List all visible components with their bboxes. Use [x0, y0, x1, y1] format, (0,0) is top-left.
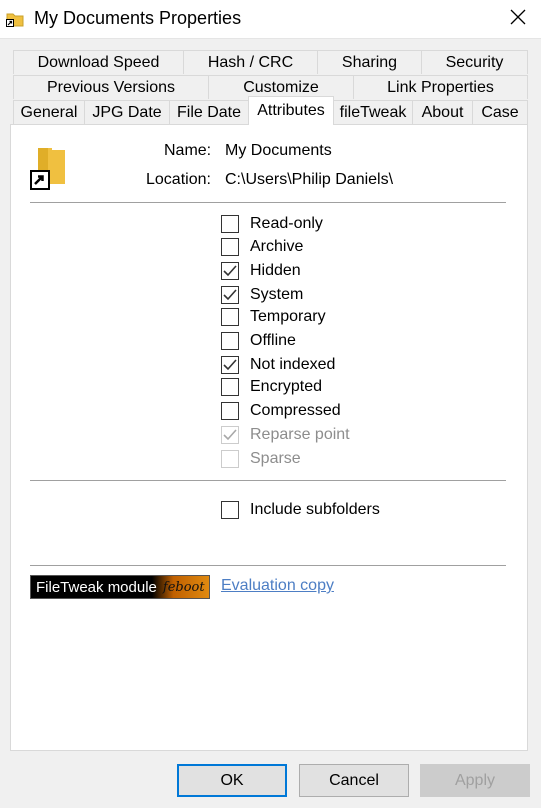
checkbox-label: Not indexed — [250, 356, 336, 373]
tab-attributes[interactable]: Attributes — [248, 96, 334, 125]
checkbox-label: System — [250, 286, 304, 303]
tab-previous-versions[interactable]: Previous Versions — [13, 75, 209, 99]
checkbox-reparse-point: Reparse point — [221, 424, 350, 446]
tab-file-date[interactable]: File Date — [169, 100, 249, 124]
tab-jpg-date[interactable]: JPG Date — [84, 100, 170, 124]
checkbox-label: Encrypted — [250, 378, 323, 395]
tab-about[interactable]: About — [412, 100, 473, 124]
checkbox-not-indexed[interactable]: Not indexed — [221, 354, 335, 376]
checkbox-label: Sparse — [250, 450, 301, 467]
name-value: My Documents — [225, 142, 332, 159]
tab-filetweak[interactable]: fileTweak — [333, 100, 413, 124]
checkbox-label: Temporary — [250, 308, 326, 325]
checkbox-label: Compressed — [250, 402, 341, 419]
checkbox-label: Hidden — [250, 262, 301, 279]
apply-button[interactable]: Apply — [420, 764, 530, 797]
checkbox-box — [221, 426, 239, 444]
checkbox-box[interactable] — [221, 238, 239, 256]
checkbox-encrypted[interactable]: Encrypted — [221, 376, 322, 398]
tab-security[interactable]: Security — [421, 50, 528, 74]
checkbox-box[interactable] — [221, 501, 239, 519]
location-value: C:\Users\Philip Daniels\ — [225, 171, 394, 188]
divider — [30, 480, 506, 481]
checkbox-box — [221, 450, 239, 468]
folder-shortcut-icon — [6, 11, 24, 27]
tab-download-speed[interactable]: Download Speed — [13, 50, 184, 74]
checkbox-box[interactable] — [221, 356, 239, 374]
checkbox-box[interactable] — [221, 286, 239, 304]
checkbox-temporary[interactable]: Temporary — [221, 306, 326, 328]
tab-hash-crc[interactable]: Hash / CRC — [183, 50, 318, 74]
checkbox-label: Offline — [250, 332, 296, 349]
checkbox-include-subfolders[interactable]: Include subfolders — [221, 499, 380, 521]
evaluation-copy-link[interactable]: Evaluation copy — [221, 577, 334, 595]
module-brand-logo: feboot — [162, 579, 205, 595]
divider — [30, 565, 506, 566]
close-icon — [510, 9, 526, 30]
checkbox-box[interactable] — [221, 215, 239, 233]
divider — [30, 202, 506, 203]
checkbox-read-only[interactable]: Read-only — [221, 213, 323, 235]
ok-button[interactable]: OK — [177, 764, 287, 797]
checkbox-compressed[interactable]: Compressed — [221, 400, 341, 422]
checkbox-sparse: Sparse — [221, 448, 301, 470]
checkbox-box[interactable] — [221, 402, 239, 420]
tab-sharing[interactable]: Sharing — [317, 50, 422, 74]
checkbox-offline[interactable]: Offline — [221, 330, 296, 352]
tab-link-properties[interactable]: Link Properties — [353, 75, 528, 99]
close-button[interactable] — [494, 0, 541, 38]
folder-shortcut-icon — [30, 146, 68, 190]
module-banner-text: FileTweak module — [36, 578, 157, 596]
checkbox-system[interactable]: System — [221, 284, 303, 306]
location-label: Location: — [146, 171, 211, 188]
checkbox-box[interactable] — [221, 378, 239, 396]
checkbox-label: Include subfolders — [250, 501, 380, 518]
window-title: My Documents Properties — [34, 8, 242, 28]
tab-general[interactable]: General — [13, 100, 85, 124]
checkbox-box[interactable] — [221, 262, 239, 280]
tab-case[interactable]: Case — [472, 100, 528, 124]
checkbox-box[interactable] — [221, 332, 239, 350]
checkbox-archive[interactable]: Archive — [221, 236, 303, 258]
checkbox-box[interactable] — [221, 308, 239, 326]
checkbox-label: Reparse point — [250, 426, 350, 443]
title-bar: My Documents Properties — [0, 0, 541, 39]
filetweak-module-banner: FileTweak module feboot — [30, 575, 210, 599]
checkbox-label: Archive — [250, 238, 304, 255]
name-label: Name: — [164, 142, 212, 159]
cancel-button[interactable]: Cancel — [299, 764, 409, 797]
checkbox-hidden[interactable]: Hidden — [221, 260, 301, 282]
checkbox-label: Read-only — [250, 215, 323, 232]
